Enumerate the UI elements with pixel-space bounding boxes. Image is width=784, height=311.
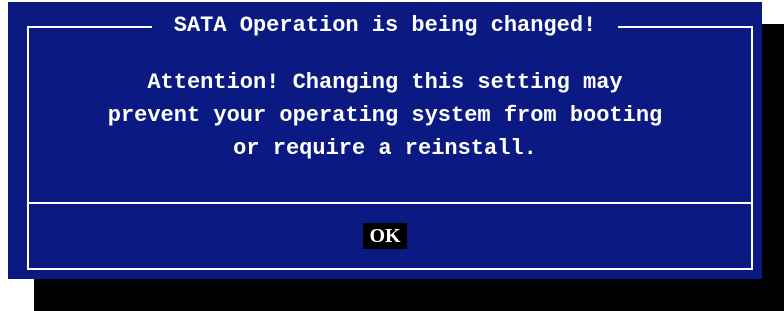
dialog-title-bar: SATA Operation is being changed!: [8, 12, 762, 40]
message-line-1: Attention! Changing this setting may: [147, 70, 623, 95]
message-line-3: or require a reinstall.: [233, 136, 537, 161]
dialog-message: Attention! Changing this setting may pre…: [8, 66, 762, 165]
sata-warning-dialog: SATA Operation is being changed! Attenti…: [8, 2, 762, 279]
dialog-button-row: OK: [8, 223, 762, 249]
ok-button[interactable]: OK: [363, 223, 407, 249]
dialog-shadow-right: [762, 24, 784, 284]
message-line-2: prevent your operating system from booti…: [107, 103, 663, 128]
dialog-shadow-bottom: [34, 279, 784, 311]
dialog-title: SATA Operation is being changed!: [151, 12, 619, 40]
dialog-divider: [27, 202, 753, 204]
